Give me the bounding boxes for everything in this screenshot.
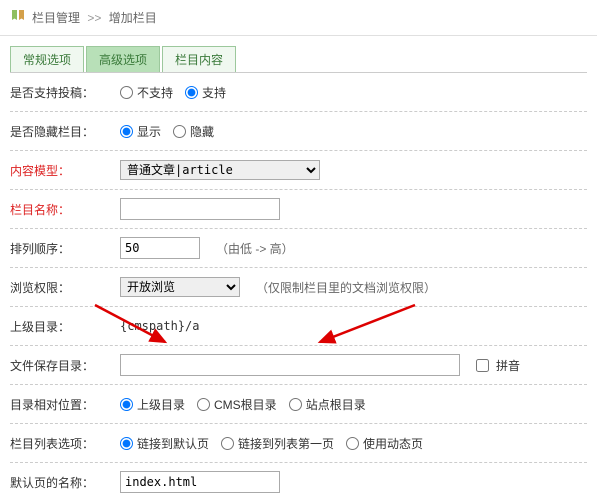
select-content-model[interactable]: 普通文章|article (120, 160, 320, 180)
tab-content[interactable]: 栏目内容 (162, 46, 236, 72)
input-file-dir[interactable] (120, 354, 460, 376)
hint-sort-order: （由低 -> 高） (216, 240, 294, 257)
radio-dir-cms[interactable] (197, 398, 210, 411)
book-icon (10, 8, 26, 27)
radio-dir-parent[interactable] (120, 398, 133, 411)
label-dir-relative: 目录相对位置： (10, 396, 120, 413)
radio-dir-site[interactable] (289, 398, 302, 411)
label-hidden: 是否隐藏栏目： (10, 123, 120, 140)
breadcrumb: 栏目管理 >> 增加栏目 (32, 9, 157, 26)
radio-list-first[interactable] (221, 437, 234, 450)
select-browse-auth[interactable]: 开放浏览 (120, 277, 240, 297)
radio-show[interactable] (120, 125, 133, 138)
input-default-page[interactable] (120, 471, 280, 493)
label-sort-order: 排列顺序： (10, 240, 120, 257)
text-parent-dir: {cmspath}/a (120, 319, 199, 333)
label-default-page: 默认页的名称： (10, 474, 120, 491)
label-submit-support: 是否支持投稿： (10, 84, 120, 101)
input-sort-order[interactable] (120, 237, 200, 259)
label-column-name: 栏目名称： (10, 201, 120, 218)
tab-advanced[interactable]: 高级选项 (86, 46, 160, 72)
radio-list-default[interactable] (120, 437, 133, 450)
hint-browse-auth: （仅限制栏目里的文档浏览权限） (256, 279, 436, 296)
label-content-model: 内容模型： (10, 162, 120, 179)
radio-submit-no[interactable] (120, 86, 133, 99)
label-file-dir: 文件保存目录： (10, 357, 120, 374)
radio-list-dynamic[interactable] (346, 437, 359, 450)
breadcrumb-root[interactable]: 栏目管理 (32, 11, 80, 25)
radio-submit-yes[interactable] (185, 86, 198, 99)
tab-bar: 常规选项 高级选项 栏目内容 (10, 46, 587, 73)
label-browse-auth: 浏览权限： (10, 279, 120, 296)
radio-hide[interactable] (173, 125, 186, 138)
breadcrumb-separator: >> (87, 11, 101, 25)
tab-basic[interactable]: 常规选项 (10, 46, 84, 72)
label-list-option: 栏目列表选项： (10, 435, 120, 452)
checkbox-pinyin[interactable] (476, 359, 489, 372)
label-parent-dir: 上级目录： (10, 318, 120, 335)
input-column-name[interactable] (120, 198, 280, 220)
breadcrumb-current: 增加栏目 (109, 11, 157, 25)
